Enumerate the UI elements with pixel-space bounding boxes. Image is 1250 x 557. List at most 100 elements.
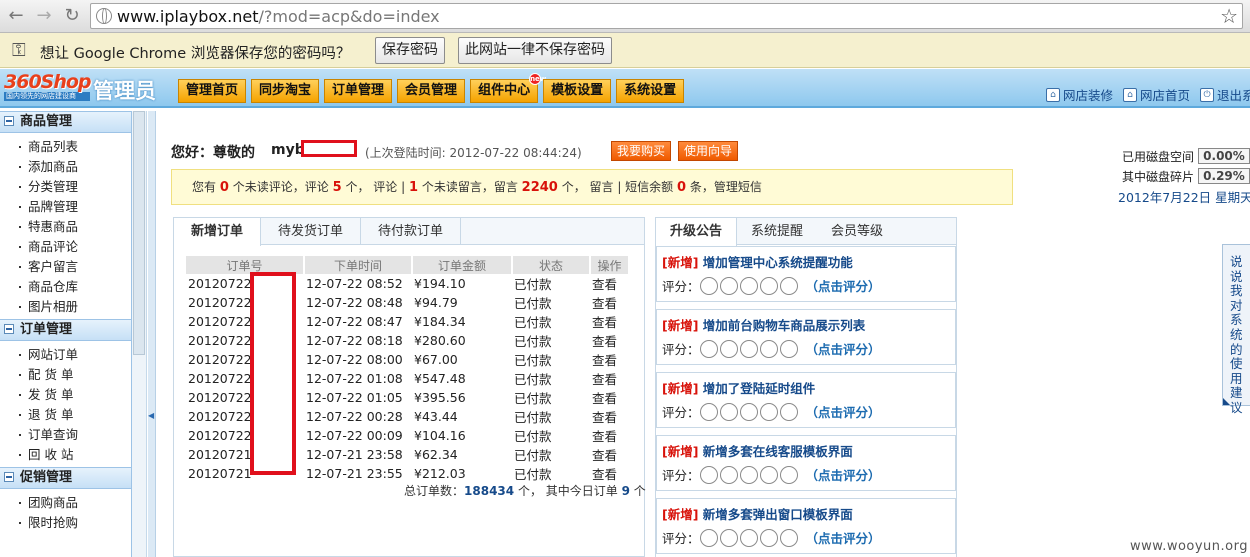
upgrade-item-title[interactable]: [新增] 新增多套弹出窗口模板界面	[662, 504, 853, 523]
forward-arrow-icon[interactable]: →	[32, 4, 56, 28]
sidebar-item-flash-sale[interactable]: 限时抢购	[0, 513, 131, 533]
view-link[interactable]: 查看	[590, 331, 629, 350]
comments-count[interactable]: 5	[333, 180, 342, 195]
rating-circle-icon[interactable]	[759, 528, 778, 547]
view-link[interactable]: 查看	[590, 274, 629, 293]
url-text[interactable]: www.iplaybox.net/?mod=acp&do=index	[117, 7, 440, 26]
nav-sync-taobao[interactable]: 同步淘宝	[251, 79, 320, 103]
rating-circle-icon[interactable]	[739, 402, 758, 421]
upgrade-item-title[interactable]: [新增] 增加前台购物车商品展示列表	[662, 315, 865, 334]
sidebar-item-picking[interactable]: 配 货 单	[0, 365, 131, 385]
rating-circle-icon[interactable]	[699, 465, 718, 484]
sidebar-section-products[interactable]: 商品管理	[0, 111, 131, 133]
view-link[interactable]: 查看	[590, 312, 629, 331]
upgrade-item-title[interactable]: [新增] 增加了登陆延时组件	[662, 378, 815, 397]
collapse-arrow-icon[interactable]: ◀	[148, 411, 154, 420]
sidebar-section-orders[interactable]: 订单管理	[0, 319, 131, 341]
rating-circle-icon[interactable]	[759, 465, 778, 484]
nav-orders[interactable]: 订单管理	[324, 79, 393, 103]
messages-count[interactable]: 2240	[522, 180, 558, 195]
nav-members[interactable]: 会员管理	[397, 79, 466, 103]
rate-link[interactable]: （点击评分）	[806, 465, 881, 484]
unread-messages-count[interactable]: 1	[409, 180, 418, 195]
rate-link[interactable]: （点击评分）	[806, 339, 881, 358]
tab-upgrade-notice[interactable]: 升级公告	[656, 218, 738, 246]
sidebar-item-warehouse[interactable]: 商品仓库	[0, 277, 131, 297]
save-password-button[interactable]: 保存密码	[375, 37, 445, 64]
view-link[interactable]: 查看	[590, 464, 629, 483]
sidebar-item-group-buy[interactable]: 团购商品	[0, 493, 131, 513]
rating-circle-icon[interactable]	[779, 339, 798, 358]
sidebar-item-messages[interactable]: 客户留言	[0, 257, 131, 277]
rating-circle-icon[interactable]	[719, 528, 738, 547]
rating-circle-icon[interactable]	[719, 402, 738, 421]
nav-components[interactable]: 组件中心 new	[470, 73, 546, 103]
feedback-tab[interactable]: 说说我对系统的使用建议	[1222, 244, 1250, 415]
buy-button[interactable]: 我要购买	[611, 141, 672, 161]
notice-text[interactable]: 条，管理短信	[690, 180, 762, 194]
rating-circle-icon[interactable]	[699, 276, 718, 295]
rating-circle-icon[interactable]	[719, 276, 738, 295]
rating-circle-icon[interactable]	[719, 339, 738, 358]
back-arrow-icon[interactable]: ←	[4, 4, 28, 28]
upgrade-item-title[interactable]: [新增] 增加管理中心系统提醒功能	[662, 252, 853, 271]
nav-home[interactable]: 管理首页	[178, 79, 247, 103]
rating-circle-icon[interactable]	[699, 528, 718, 547]
upgrade-item-title[interactable]: [新增] 新增多套在线客服模板界面	[662, 441, 853, 460]
sidebar-item-specials[interactable]: 特惠商品	[0, 217, 131, 237]
view-link[interactable]: 查看	[590, 388, 629, 407]
rating-circle-icon[interactable]	[759, 402, 778, 421]
sidebar-item-web-orders[interactable]: 网站订单	[0, 345, 131, 365]
sidebar-item-order-search[interactable]: 订单查询	[0, 425, 131, 445]
rating-circle-icon[interactable]	[739, 528, 758, 547]
tab-pending-shipment[interactable]: 待发货订单	[261, 218, 362, 245]
rate-link[interactable]: （点击评分）	[806, 528, 881, 547]
address-bar[interactable]: www.iplaybox.net/?mod=acp&do=index ☆	[90, 3, 1243, 29]
shop-home-link[interactable]: ⌂ 网店首页	[1123, 85, 1190, 104]
sidebar-item-add-product[interactable]: 添加商品	[0, 157, 131, 177]
shop-decorate-link[interactable]: ⌂ 网店装修	[1046, 85, 1113, 104]
rating-circle-icon[interactable]	[779, 528, 798, 547]
rating-circle-icon[interactable]	[759, 276, 778, 295]
rating-circle-icon[interactable]	[719, 465, 738, 484]
logout-link[interactable]: ⏻ 退出系	[1200, 85, 1250, 104]
nav-settings[interactable]: 系统设置	[616, 79, 685, 103]
tab-system-reminder[interactable]: 系统提醒	[737, 218, 817, 245]
view-link[interactable]: 查看	[590, 369, 629, 388]
rating-circle-icon[interactable]	[699, 402, 718, 421]
view-link[interactable]: 查看	[590, 426, 629, 445]
view-link[interactable]: 查看	[590, 350, 629, 369]
tab-new-orders[interactable]: 新增订单	[174, 218, 262, 246]
tab-member-level[interactable]: 会员等级	[817, 218, 897, 245]
reload-icon[interactable]: ↻	[60, 4, 84, 28]
sidebar-scrollbar[interactable]	[132, 111, 147, 557]
guide-button[interactable]: 使用向导	[678, 141, 739, 161]
sidebar-item-brands[interactable]: 品牌管理	[0, 197, 131, 217]
never-save-password-button[interactable]: 此网站一律不保存密码	[458, 37, 612, 64]
unread-comments-count[interactable]: 0	[220, 180, 229, 195]
rating-circle-icon[interactable]	[739, 339, 758, 358]
tab-pending-payment[interactable]: 待付款订单	[361, 218, 462, 245]
rating-circle-icon[interactable]	[739, 465, 758, 484]
rating-circle-icon[interactable]	[779, 402, 798, 421]
view-link[interactable]: 查看	[590, 407, 629, 426]
logo[interactable]: 360Shop 国内领先的网店建设商	[4, 73, 92, 105]
sidebar-item-returns[interactable]: 退 货 单	[0, 405, 131, 425]
view-link[interactable]: 查看	[590, 445, 629, 464]
sidebar-item-reviews[interactable]: 商品评论	[0, 237, 131, 257]
bookmark-star-icon[interactable]: ☆	[1220, 4, 1238, 28]
rating-circle-icon[interactable]	[779, 465, 798, 484]
rating-circle-icon[interactable]	[739, 276, 758, 295]
view-link[interactable]: 查看	[590, 293, 629, 312]
sidebar-collapse-bar[interactable]: ◀	[148, 111, 156, 557]
sidebar-item-shipping[interactable]: 发 货 单	[0, 385, 131, 405]
scrollbar-thumb[interactable]	[133, 111, 145, 355]
rating-circle-icon[interactable]	[759, 339, 778, 358]
rating-circle-icon[interactable]	[779, 276, 798, 295]
sidebar-item-categories[interactable]: 分类管理	[0, 177, 131, 197]
nav-templates[interactable]: 模板设置	[543, 79, 612, 103]
rate-link[interactable]: （点击评分）	[806, 276, 881, 295]
sidebar-item-recycle[interactable]: 回 收 站	[0, 445, 131, 465]
sidebar-item-product-list[interactable]: 商品列表	[0, 137, 131, 157]
rating-circle-icon[interactable]	[699, 339, 718, 358]
